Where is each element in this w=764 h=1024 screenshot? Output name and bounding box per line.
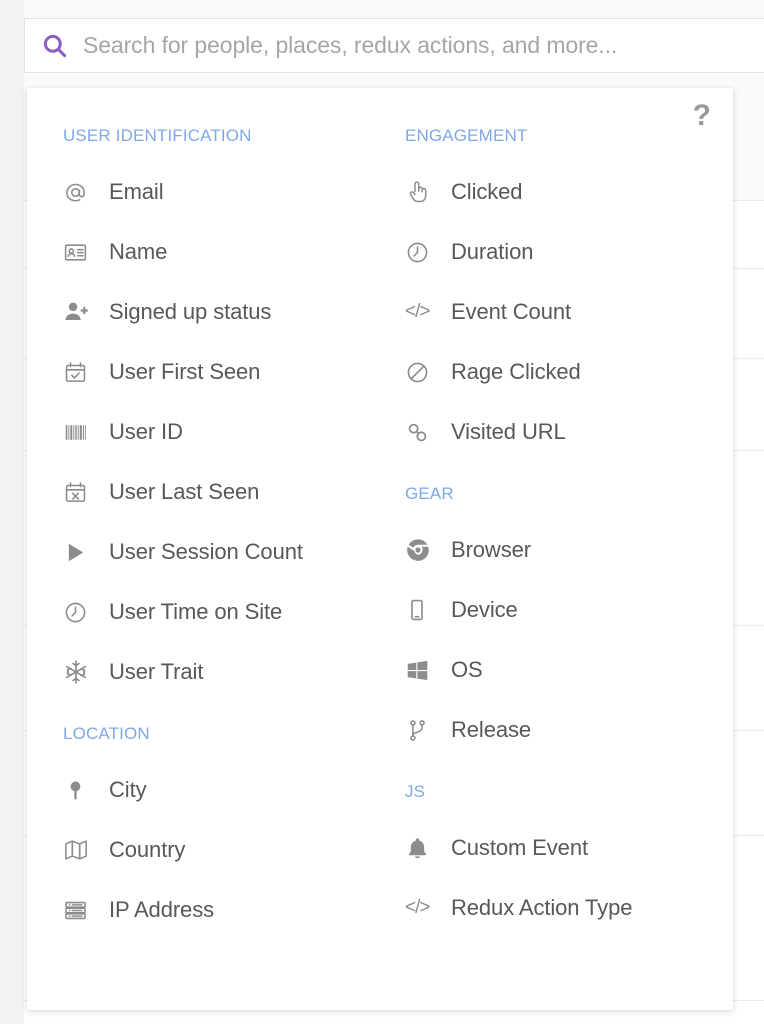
filter-group: GEAR Browser Device OS Release	[405, 484, 733, 750]
filter-group-title: JS	[405, 782, 426, 801]
git-branch-icon	[405, 718, 451, 743]
filter-item-user-id[interactable]: User ID	[63, 412, 380, 452]
filter-column-2: ENGAGEMENT Clicked Duration </> Event Count R…	[380, 126, 733, 950]
filter-item-city[interactable]: City	[63, 770, 380, 810]
no-entry-icon	[405, 360, 451, 385]
code-brackets-icon: </>	[405, 897, 431, 918]
filter-item-duration[interactable]: Duration	[405, 232, 733, 272]
code-brackets-icon: </>	[405, 301, 431, 322]
filter-item-label: Duration	[451, 239, 534, 264]
filter-item-label: User Session Count	[109, 539, 303, 564]
barcode-icon	[63, 420, 109, 445]
pointing-hand-icon	[405, 179, 451, 205]
filter-item-event-count[interactable]: </> Event Count	[405, 292, 733, 332]
filter-item-clicked[interactable]: Clicked	[405, 172, 733, 212]
filter-item-label: Signed up status	[109, 299, 272, 324]
filter-group-title: LOCATION	[63, 724, 150, 743]
chain-link-icon	[405, 420, 451, 445]
filter-item-label: User Time on Site	[109, 599, 283, 624]
filter-item-label: Visited URL	[451, 419, 566, 444]
filter-group: USER IDENTIFICATION Email Name Signed up st…	[63, 126, 380, 692]
filter-item-ip-address[interactable]: IP Address	[63, 890, 380, 930]
filter-item-redux-action-type[interactable]: </> Redux Action Type	[405, 888, 733, 928]
filter-item-user-last-seen[interactable]: User Last Seen	[63, 472, 380, 512]
filter-item-label: Clicked	[451, 179, 523, 204]
search-bar[interactable]	[24, 18, 764, 73]
play-triangle-icon	[63, 540, 109, 565]
filter-item-label: Event Count	[451, 299, 571, 324]
filter-item-label: Custom Event	[451, 835, 588, 860]
filter-item-rage-clicked[interactable]: Rage Clicked	[405, 352, 733, 392]
filter-item-user-session-count[interactable]: User Session Count	[63, 532, 380, 572]
map-pin-icon	[63, 778, 109, 803]
windows-logo-icon	[405, 658, 451, 683]
filter-item-release[interactable]: Release	[405, 710, 733, 750]
filter-item-label: Name	[109, 239, 168, 264]
filter-item-label: User Trait	[109, 659, 204, 684]
clock-icon	[63, 600, 109, 625]
search-suggestions-dropdown: ? USER IDENTIFICATION Email Name Signed up …	[27, 88, 733, 1010]
filter-item-label: User Last Seen	[109, 479, 260, 504]
bell-icon	[405, 836, 451, 861]
filter-item-label: City	[109, 777, 147, 802]
snowflake-icon	[63, 659, 109, 685]
filter-item-custom-event[interactable]: Custom Event	[405, 828, 733, 868]
calendar-check-icon	[63, 360, 109, 385]
filter-item-device[interactable]: Device	[405, 590, 733, 630]
filter-item-label: User First Seen	[109, 359, 261, 384]
chrome-browser-icon	[405, 537, 451, 563]
at-sign-icon	[63, 180, 109, 205]
help-icon[interactable]: ?	[693, 101, 711, 131]
map-fold-icon	[63, 837, 109, 863]
user-plus-icon	[63, 299, 109, 325]
filter-item-label: Device	[451, 597, 518, 622]
id-card-icon	[63, 240, 109, 265]
filter-group: JS Custom Event </> Redux Action Type	[405, 782, 733, 928]
filter-group-title: USER IDENTIFICATION	[63, 126, 252, 145]
filter-item-label: Email	[109, 179, 164, 204]
filter-group: LOCATION City Country IP Address	[63, 724, 380, 930]
clock-icon	[405, 240, 451, 265]
filter-item-browser[interactable]: Browser	[405, 530, 733, 570]
background-left-gutter	[0, 0, 24, 1024]
filter-item-signed-up-status[interactable]: Signed up status	[63, 292, 380, 332]
server-stack-icon	[63, 898, 109, 923]
filter-column-1: USER IDENTIFICATION Email Name Signed up st…	[27, 126, 380, 950]
filter-item-label: IP Address	[109, 897, 214, 922]
calendar-x-icon	[63, 480, 109, 505]
search-input[interactable]	[83, 32, 764, 59]
filter-group-title: GEAR	[405, 484, 454, 503]
filter-category-columns: USER IDENTIFICATION Email Name Signed up st…	[27, 88, 733, 950]
filter-item-user-first-seen[interactable]: User First Seen	[63, 352, 380, 392]
filter-item-os[interactable]: OS	[405, 650, 733, 690]
filter-group: ENGAGEMENT Clicked Duration </> Event Count R…	[405, 126, 733, 452]
filter-item-label: OS	[451, 657, 483, 682]
filter-item-country[interactable]: Country	[63, 830, 380, 870]
filter-group-title: ENGAGEMENT	[405, 126, 528, 145]
filter-item-label: Redux Action Type	[451, 895, 633, 920]
filter-item-name[interactable]: Name	[63, 232, 380, 272]
filter-item-user-time-on-site[interactable]: User Time on Site	[63, 592, 380, 632]
filter-item-label: Browser	[451, 537, 531, 562]
filter-item-label: User ID	[109, 419, 183, 444]
filter-item-visited-url[interactable]: Visited URL	[405, 412, 733, 452]
filter-item-email[interactable]: Email	[63, 172, 380, 212]
filter-item-label: Rage Clicked	[451, 359, 581, 384]
search-icon	[25, 32, 83, 59]
mobile-phone-icon	[405, 598, 451, 622]
filter-item-label: Country	[109, 837, 186, 862]
filter-item-user-trait[interactable]: User Trait	[63, 652, 380, 692]
filter-item-label: Release	[451, 717, 532, 742]
